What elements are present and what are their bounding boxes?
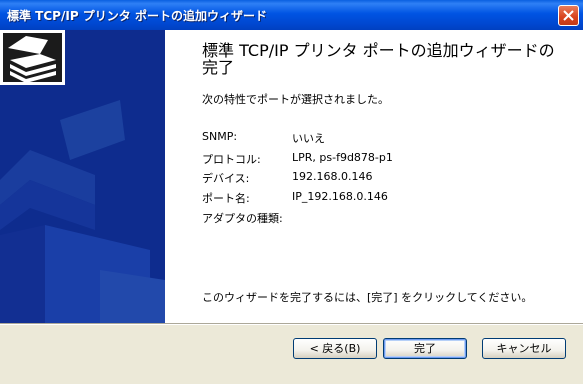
cancel-button[interactable]: キャンセル <box>482 338 566 359</box>
protocol-label: プロトコル: <box>202 153 261 166</box>
wizard-sidebar <box>0 30 165 323</box>
snmp-value: いいえ <box>292 132 325 145</box>
close-icon <box>563 10 574 21</box>
port-name-label: ポート名: <box>202 192 250 205</box>
port-name-value: IP_192.168.0.146 <box>292 190 388 203</box>
protocol-value: LPR, ps-f9d878-p1 <box>292 151 393 164</box>
finish-button[interactable]: 完了 <box>383 338 467 359</box>
snmp-label: SNMP: <box>202 130 238 143</box>
printer-icon <box>0 30 65 85</box>
device-value: 192.168.0.146 <box>292 170 373 183</box>
back-button[interactable]: < 戻る(B) <box>293 338 377 359</box>
wizard-content: 標準 TCP/IP プリンタ ポートの追加ウィザードの完了 次の特性でポートが選… <box>165 30 583 323</box>
window-title: 標準 TCP/IP プリンタ ポートの追加ウィザード <box>7 9 267 23</box>
title-bar[interactable]: 標準 TCP/IP プリンタ ポートの追加ウィザード <box>0 0 583 30</box>
wizard-window: 標準 TCP/IP プリンタ ポートの追加ウィザード 標準 TCP/IP プリン… <box>0 0 583 384</box>
intro-text: 次の特性でポートが選択されました。 <box>202 93 389 106</box>
device-label: デバイス: <box>202 172 250 185</box>
adapter-type-label: アダプタの種類: <box>202 212 283 225</box>
button-separator <box>0 323 583 325</box>
close-button[interactable] <box>558 5 579 26</box>
finish-instruction: このウィザードを完了するには、[完了] をクリックしてください。 <box>202 291 533 304</box>
page-heading: 標準 TCP/IP プリンタ ポートの追加ウィザードの完了 <box>202 41 555 77</box>
